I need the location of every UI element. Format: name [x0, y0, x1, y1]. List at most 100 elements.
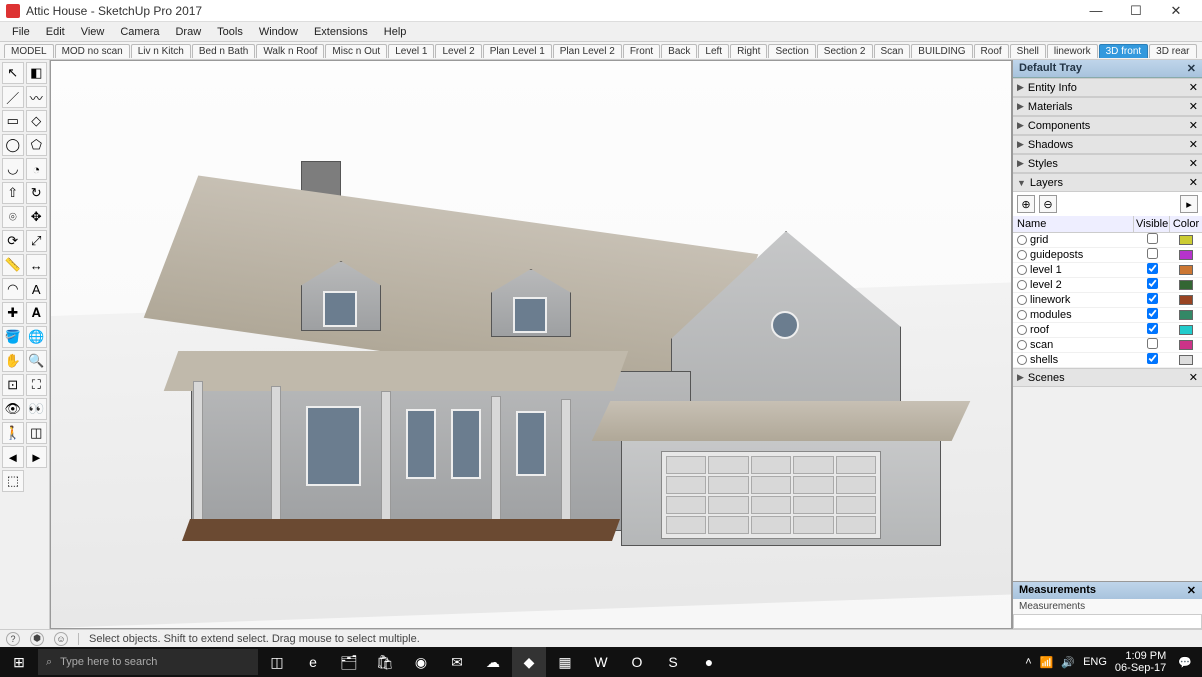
menu-draw[interactable]: Draw: [167, 24, 209, 40]
taskview-button[interactable]: ◫: [260, 647, 294, 677]
measurements-close-icon[interactable]: ✕: [1187, 584, 1196, 597]
layer-color-swatch[interactable]: [1179, 355, 1193, 365]
layer-color-swatch[interactable]: [1179, 265, 1193, 275]
taskbar-app1-icon[interactable]: ▦: [548, 647, 582, 677]
systray-notifications-icon[interactable]: 💬: [1178, 656, 1192, 669]
panel-entity-info[interactable]: ▶Entity Info✕: [1013, 78, 1202, 97]
layer-row[interactable]: scan: [1013, 338, 1202, 353]
panel-shadows[interactable]: ▶Shadows✕: [1013, 135, 1202, 154]
scene-tab[interactable]: Scan: [874, 44, 911, 58]
layer-add-button[interactable]: ⊕: [1017, 195, 1035, 213]
taskbar-obs-icon[interactable]: ●: [692, 647, 726, 677]
layer-active-radio[interactable]: [1017, 355, 1027, 365]
panel-components[interactable]: ▶Components✕: [1013, 116, 1202, 135]
orbit-tool[interactable]: 🌐: [26, 326, 48, 348]
systray-volume-icon[interactable]: 🔊: [1061, 656, 1075, 669]
scene-tab[interactable]: Shell: [1010, 44, 1046, 58]
offset-tool[interactable]: ⌾: [2, 206, 24, 228]
systray-lang[interactable]: ENG: [1083, 656, 1107, 668]
measurements-input[interactable]: [1013, 614, 1202, 629]
move-tool[interactable]: ✥: [26, 206, 48, 228]
protractor-tool[interactable]: ◠: [2, 278, 24, 300]
panel-close-icon[interactable]: ✕: [1189, 119, 1198, 132]
scene-tab[interactable]: Left: [698, 44, 729, 58]
layer-color-swatch[interactable]: [1179, 295, 1193, 305]
zoom-tool[interactable]: 🔍: [26, 350, 48, 372]
maximize-button[interactable]: ☐: [1116, 0, 1156, 22]
tray-header[interactable]: Default Tray ✕: [1013, 60, 1202, 78]
panel-close-icon[interactable]: ✕: [1189, 176, 1198, 189]
minimize-button[interactable]: —: [1076, 0, 1116, 22]
panel-close-icon[interactable]: ✕: [1189, 371, 1198, 384]
scene-tab[interactable]: Walk n Roof: [256, 44, 324, 58]
layer-active-radio[interactable]: [1017, 295, 1027, 305]
menu-tools[interactable]: Tools: [209, 24, 251, 40]
panel-materials[interactable]: ▶Materials✕: [1013, 97, 1202, 116]
panel-close-icon[interactable]: ✕: [1189, 138, 1198, 151]
layer-color-swatch[interactable]: [1179, 250, 1193, 260]
layer-active-radio[interactable]: [1017, 265, 1027, 275]
panel-close-icon[interactable]: ✕: [1189, 157, 1198, 170]
layer-color-swatch[interactable]: [1179, 280, 1193, 290]
close-button[interactable]: ✕: [1156, 0, 1196, 22]
layer-visible-checkbox[interactable]: [1147, 338, 1158, 349]
layer-visible-checkbox[interactable]: [1147, 278, 1158, 289]
scene-tab[interactable]: Misc n Out: [325, 44, 387, 58]
systray-wifi-icon[interactable]: 📶: [1040, 656, 1054, 669]
circle-tool[interactable]: ◯: [2, 134, 24, 156]
zoomwin-tool[interactable]: ⊡: [2, 374, 24, 396]
rectangle-tool[interactable]: ▭: [2, 110, 24, 132]
position-tool[interactable]: 👁: [2, 398, 24, 420]
layer-color-swatch[interactable]: [1179, 325, 1193, 335]
layer-row[interactable]: modules: [1013, 308, 1202, 323]
layer-row[interactable]: level 1: [1013, 263, 1202, 278]
layer-visible-checkbox[interactable]: [1147, 323, 1158, 334]
systray-up-icon[interactable]: ˄: [1025, 656, 1031, 668]
followme-tool[interactable]: ↻: [26, 182, 48, 204]
layer-active-radio[interactable]: [1017, 325, 1027, 335]
axes-tool[interactable]: ✚: [2, 302, 24, 324]
layer-active-radio[interactable]: [1017, 235, 1027, 245]
taskbar-edge-icon[interactable]: e: [296, 647, 330, 677]
taskbar-outlook-icon[interactable]: O: [620, 647, 654, 677]
layer-row[interactable]: roof: [1013, 323, 1202, 338]
menu-edit[interactable]: Edit: [38, 24, 73, 40]
layer-remove-button[interactable]: ⊖: [1039, 195, 1057, 213]
line-tool[interactable]: ／: [2, 86, 24, 108]
taskbar-word-icon[interactable]: W: [584, 647, 618, 677]
layer-row[interactable]: level 2: [1013, 278, 1202, 293]
layer-visible-checkbox[interactable]: [1147, 248, 1158, 259]
prev-tool[interactable]: ◄: [2, 446, 24, 468]
scene-tab[interactable]: Level 1: [388, 44, 434, 58]
taskbar-mail-icon[interactable]: ✉: [440, 647, 474, 677]
panel-scenes[interactable]: ▶Scenes✕: [1013, 368, 1202, 387]
extra-tool-1[interactable]: ⬚: [2, 470, 24, 492]
scene-tab[interactable]: Section: [768, 44, 815, 58]
scene-tab[interactable]: Level 2: [435, 44, 481, 58]
text-tool[interactable]: A: [26, 278, 48, 300]
pushpull-tool[interactable]: ⇧: [2, 182, 24, 204]
scene-tab[interactable]: Right: [730, 44, 767, 58]
scene-tab[interactable]: Bed n Bath: [192, 44, 255, 58]
layer-color-swatch[interactable]: [1179, 310, 1193, 320]
layer-visible-checkbox[interactable]: [1147, 233, 1158, 244]
scale-tool[interactable]: ⤢: [26, 230, 48, 252]
layer-menu-button[interactable]: ▸: [1180, 195, 1198, 213]
layers-col-color[interactable]: Color: [1170, 216, 1202, 232]
dimension-tool[interactable]: ↔: [26, 254, 48, 276]
zoomext-tool[interactable]: ⛶: [26, 374, 48, 396]
menu-window[interactable]: Window: [251, 24, 306, 40]
layer-color-swatch[interactable]: [1179, 340, 1193, 350]
status-geo-icon[interactable]: ⬢: [30, 632, 44, 646]
taskbar-explorer-icon[interactable]: 🗂: [332, 647, 366, 677]
scene-tab[interactable]: BUILDING: [911, 44, 972, 58]
scene-tab[interactable]: Plan Level 2: [553, 44, 622, 58]
scene-tab[interactable]: linework: [1047, 44, 1098, 58]
next-tool[interactable]: ►: [26, 446, 48, 468]
systray-clock[interactable]: 1:09 PM 06-Sep-17: [1115, 650, 1170, 674]
3dtext-tool[interactable]: 𝐀: [26, 302, 48, 324]
panel-layers[interactable]: ▼Layers✕: [1013, 173, 1202, 192]
layers-col-visible[interactable]: Visible: [1134, 216, 1170, 232]
scene-tab[interactable]: Back: [661, 44, 697, 58]
layer-visible-checkbox[interactable]: [1147, 263, 1158, 274]
